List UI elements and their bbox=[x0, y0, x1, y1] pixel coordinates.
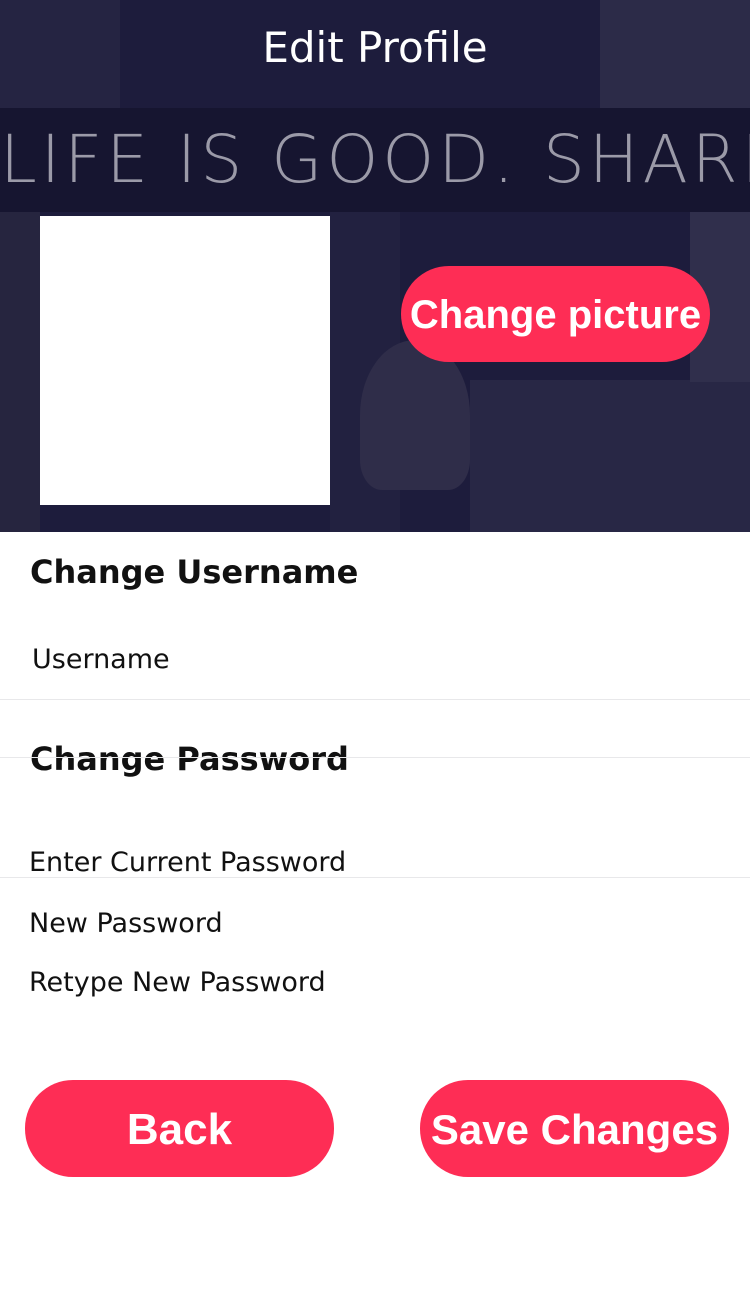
divider bbox=[0, 757, 750, 758]
banner-tagline: LIFE IS GOOD. SHARE IT. bbox=[0, 121, 750, 198]
change-username-heading: Change Username bbox=[30, 553, 359, 591]
divider bbox=[0, 877, 750, 878]
divider bbox=[0, 699, 750, 700]
change-password-heading: Change Password bbox=[30, 740, 349, 778]
new-password-field[interactable] bbox=[0, 904, 750, 944]
profile-picture bbox=[40, 216, 330, 505]
save-changes-button[interactable]: Save Changes bbox=[420, 1080, 729, 1177]
back-button[interactable]: Back bbox=[25, 1080, 334, 1177]
banner-photo-tile bbox=[0, 212, 40, 532]
username-field[interactable] bbox=[0, 640, 750, 680]
header-banner: LIFE IS GOOD. SHARE IT. Edit Profile Cha… bbox=[0, 0, 750, 532]
change-picture-button[interactable]: Change picture bbox=[401, 266, 710, 362]
retype-password-field[interactable] bbox=[0, 963, 750, 1003]
banner-photo-tile bbox=[470, 380, 750, 532]
page-title: Edit Profile bbox=[262, 23, 488, 72]
edit-profile-screen: LIFE IS GOOD. SHARE IT. Edit Profile Cha… bbox=[0, 0, 750, 1302]
